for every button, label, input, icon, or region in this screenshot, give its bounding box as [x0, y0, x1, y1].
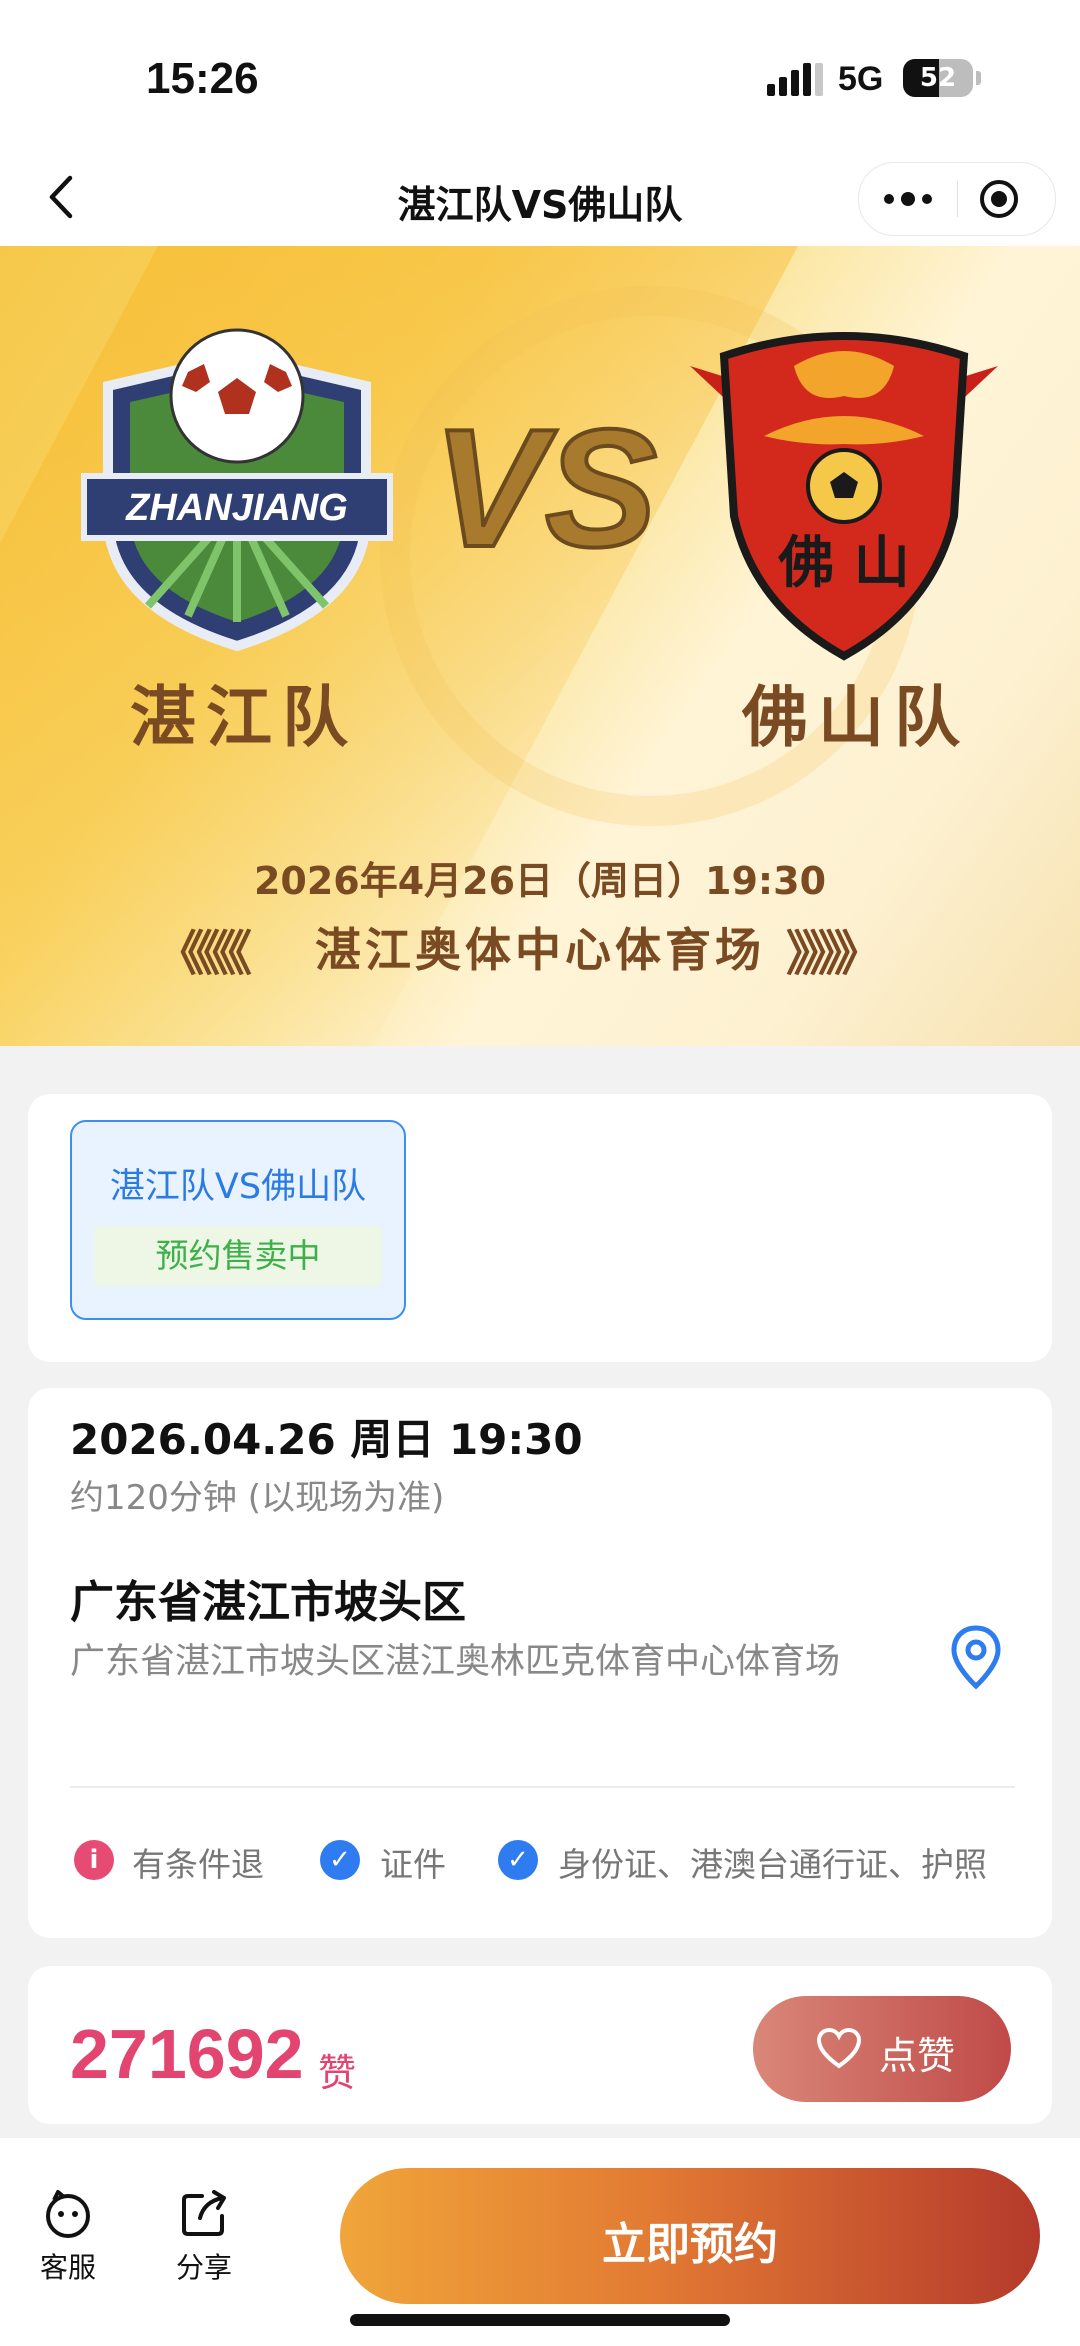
network-type: 5G [838, 60, 884, 98]
like-unit: 赞 [318, 2051, 357, 2095]
book-now-button[interactable]: 立即预约 [340, 2168, 1040, 2304]
refund-policy-tag: 有条件退 [132, 1845, 264, 1884]
session-name: 湛江队VS佛山队 [109, 1167, 367, 1207]
away-team-name: 佛山队 [742, 679, 970, 756]
share-icon[interactable] [178, 2188, 230, 2240]
share-label[interactable]: 分享 [164, 2246, 244, 2286]
battery-icon: 52 [903, 59, 973, 97]
banner-chevrons-right: 》》》》 [786, 926, 882, 982]
match-banner: ZHANJIANG VS 佛 山 湛江队 佛山队 2026年4月26日（周日）1… [0, 246, 1080, 1046]
check-icon: ✓ [320, 1840, 360, 1880]
check-icon: ✓ [498, 1840, 538, 1880]
nav-bar: 湛江队VS佛山队 [0, 150, 1080, 246]
away-logo-text: 佛 山 [777, 531, 910, 596]
session-option[interactable]: 湛江队VS佛山队 预约售卖中 [70, 1120, 406, 1320]
book-now-label: 立即预约 [602, 2219, 778, 2270]
info-icon: i [74, 1840, 114, 1880]
home-team-name: 湛江队 [130, 679, 358, 756]
customer-service-icon[interactable] [42, 2188, 94, 2240]
banner-venue: 湛江奥体中心体育场 [315, 923, 765, 977]
id-required-tag: 证件 [380, 1845, 446, 1884]
battery-tip [976, 71, 981, 85]
battery-percent: 52 [919, 63, 957, 93]
more-dots-icon[interactable] [879, 177, 937, 221]
event-info-card: 2026.04.26 周日 19:30 约120分钟 (以现场为准) 广东省湛江… [28, 1388, 1052, 1938]
session-status: 预约售卖中 [94, 1226, 382, 1286]
home-indicator [350, 2314, 730, 2326]
id-types-tag: 身份证、港澳台通行证、护照 [558, 1845, 987, 1884]
location-pin-icon[interactable] [946, 1624, 1006, 1690]
like-button[interactable]: 点赞 [753, 1996, 1011, 2102]
signal-icon [767, 63, 823, 96]
status-time: 15:26 [146, 54, 259, 103]
status-bar: 15:26 5G 52 [0, 0, 1080, 150]
like-button-label: 点赞 [879, 2034, 956, 2078]
event-duration: 约120分钟 (以现场为准) [70, 1478, 445, 1518]
mini-program-capsule [858, 162, 1056, 236]
venue-address: 广东省湛江市坡头区湛江奥林匹克体育中心体育场 [70, 1642, 841, 1682]
likes-card: 271692 赞 点赞 [28, 1966, 1052, 2124]
like-count: 271692 [70, 2015, 304, 2093]
info-divider [70, 1786, 1015, 1788]
heart-icon [816, 2027, 862, 2069]
home-team-logo: ZHANJIANG [81, 328, 393, 652]
event-datetime: 2026.04.26 周日 19:30 [70, 1415, 583, 1464]
target-icon[interactable] [977, 177, 1021, 221]
vs-emblem: VS [431, 396, 659, 576]
away-team-logo: 佛 山 [690, 332, 998, 661]
home-logo-text: ZHANJIANG [125, 487, 348, 529]
capsule-divider [957, 181, 958, 217]
vs-text: VS [433, 396, 657, 576]
venue-city: 广东省湛江市坡头区 [70, 1577, 466, 1628]
customer-service-label[interactable]: 客服 [28, 2246, 108, 2286]
session-card: 湛江队VS佛山队 预约售卖中 [28, 1094, 1052, 1362]
banner-datetime: 2026年4月26日（周日）19:30 [253, 859, 827, 903]
